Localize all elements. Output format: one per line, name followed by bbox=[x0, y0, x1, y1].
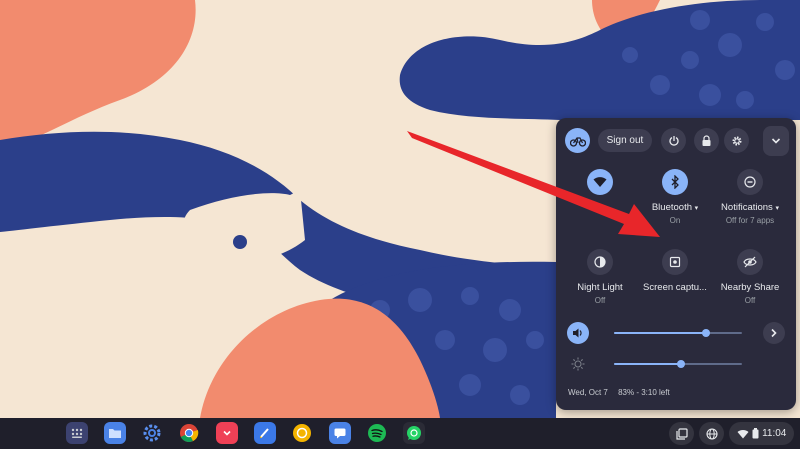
settings-icon bbox=[143, 424, 161, 442]
brightness-slider-fill bbox=[614, 363, 681, 365]
notifications-toggle[interactable] bbox=[737, 169, 763, 195]
brightness-slider-thumb[interactable] bbox=[676, 360, 685, 368]
files-app[interactable] bbox=[104, 422, 126, 444]
settings-app[interactable] bbox=[141, 422, 163, 444]
quick-settings-header: Sign out bbox=[556, 126, 796, 156]
battery-label: 83% - 3:10 left bbox=[618, 388, 670, 397]
spotify-icon bbox=[368, 424, 386, 442]
screen-capture-toggle[interactable] bbox=[662, 249, 688, 275]
chevron-right-icon bbox=[771, 328, 777, 338]
night-light-status: Off bbox=[594, 296, 606, 305]
volume-slider-thumb[interactable] bbox=[702, 329, 711, 337]
bluetooth-icon bbox=[671, 175, 679, 189]
nearby-share-toggle[interactable] bbox=[737, 249, 763, 275]
power-button[interactable] bbox=[661, 128, 686, 153]
bluetooth-tile[interactable]: Bluetooth ▾ On bbox=[635, 169, 715, 225]
wifi-status-icon bbox=[737, 429, 749, 438]
chrome-app[interactable] bbox=[178, 422, 200, 444]
docs-app[interactable] bbox=[254, 422, 276, 444]
bluetooth-label: Bluetooth ▾ bbox=[651, 202, 699, 213]
battery-icon bbox=[752, 428, 759, 439]
notifications-tile[interactable]: Notifications ▾ Off for 7 apps bbox=[710, 169, 790, 225]
mute-button[interactable] bbox=[567, 322, 589, 344]
pocket-icon bbox=[223, 430, 231, 436]
system-tray-button[interactable]: 11:04 bbox=[729, 422, 794, 445]
tote-icon bbox=[675, 427, 688, 440]
spotify-app[interactable] bbox=[366, 422, 388, 444]
keep-icon bbox=[293, 424, 311, 442]
brightness-icon bbox=[571, 357, 585, 371]
lock-icon bbox=[702, 134, 711, 146]
clock-label: 11:04 bbox=[762, 428, 787, 439]
whatsapp-app[interactable] bbox=[403, 422, 425, 444]
chevron-down-icon bbox=[771, 138, 781, 144]
wifi-icon bbox=[593, 177, 607, 187]
volume-slider[interactable] bbox=[614, 329, 742, 337]
bluetooth-status: On bbox=[669, 216, 681, 225]
wifi-tile[interactable] bbox=[560, 169, 640, 202]
night-light-toggle[interactable] bbox=[587, 249, 613, 275]
audio-settings-button[interactable] bbox=[763, 322, 785, 344]
nearby-share-status: Off bbox=[744, 296, 756, 305]
volume-icon bbox=[573, 328, 582, 338]
do-not-disturb-icon bbox=[744, 176, 756, 188]
bicycle-icon bbox=[569, 136, 586, 147]
settings-button[interactable] bbox=[724, 128, 749, 153]
chrome-icon bbox=[180, 424, 199, 443]
brightness-row bbox=[556, 351, 796, 375]
pocket-app[interactable] bbox=[216, 422, 238, 444]
shelf: 11:04 bbox=[0, 418, 800, 449]
screen-capture-icon bbox=[669, 256, 681, 268]
messages-app[interactable] bbox=[329, 422, 351, 444]
globe-icon bbox=[705, 427, 718, 440]
screen-capture-tile[interactable]: Screen captu... bbox=[635, 249, 715, 293]
gear-icon bbox=[732, 136, 741, 145]
night-light-tile[interactable]: Night Light Off bbox=[560, 249, 640, 305]
user-avatar[interactable] bbox=[565, 128, 590, 153]
volume-row bbox=[556, 320, 796, 344]
bluetooth-toggle[interactable] bbox=[662, 169, 688, 195]
launcher-icon bbox=[71, 428, 83, 438]
brightness-indicator bbox=[567, 353, 589, 375]
brightness-slider[interactable] bbox=[614, 360, 742, 368]
messages-icon bbox=[334, 428, 346, 439]
nearby-share-label: Nearby Share bbox=[720, 282, 780, 293]
notifications-status: Off for 7 apps bbox=[725, 216, 775, 225]
wifi-toggle[interactable] bbox=[587, 169, 613, 195]
night-light-label: Night Light bbox=[577, 282, 623, 293]
files-icon bbox=[109, 429, 121, 438]
ime-menu-button[interactable] bbox=[699, 422, 724, 445]
quick-settings-panel: Sign out Bluetooth ▾ On Notifications ▾ … bbox=[556, 118, 796, 410]
keep-app[interactable] bbox=[291, 422, 313, 444]
sign-out-button[interactable]: Sign out bbox=[598, 129, 652, 152]
collapse-button[interactable] bbox=[763, 126, 789, 156]
volume-slider-fill bbox=[614, 332, 707, 334]
nearby-share-tile[interactable]: Nearby Share Off bbox=[710, 249, 790, 305]
launcher-button[interactable] bbox=[66, 422, 88, 444]
whatsapp-icon bbox=[407, 426, 421, 440]
docs-icon bbox=[260, 428, 269, 438]
screen-capture-label: Screen captu... bbox=[643, 282, 707, 293]
date-label: Wed, Oct 7 bbox=[568, 388, 608, 397]
nearby-share-icon bbox=[743, 256, 757, 268]
status-footer: Wed, Oct 7 83% - 3:10 left bbox=[568, 388, 678, 397]
holding-space-button[interactable] bbox=[669, 422, 694, 445]
power-icon bbox=[668, 135, 679, 146]
night-light-icon bbox=[594, 256, 606, 268]
notifications-label: Notifications ▾ bbox=[721, 202, 779, 213]
lock-button[interactable] bbox=[694, 128, 719, 153]
